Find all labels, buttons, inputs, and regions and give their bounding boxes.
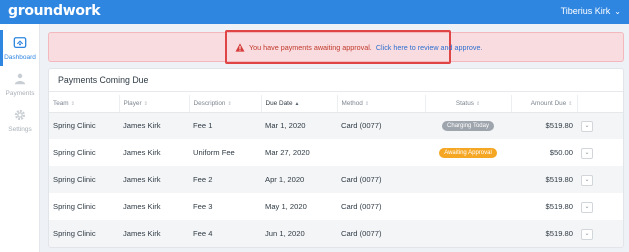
- cell-team: Spring Clinic: [49, 112, 119, 139]
- cell-actions: ⌄: [577, 166, 623, 193]
- expand-row-button[interactable]: ⌄: [581, 120, 593, 132]
- status-badge: Charging Today: [442, 121, 494, 132]
- table-row: Spring Clinic James Kirk Fee 4 Jun 1, 20…: [49, 220, 623, 247]
- sort-icon: ⇕: [568, 100, 573, 107]
- cell-team: Spring Clinic: [49, 166, 119, 193]
- approval-alert: You have payments awaiting approval. Cli…: [48, 30, 624, 64]
- sidebar-item-settings[interactable]: Settings: [0, 108, 40, 133]
- cell-amount: $519.80: [511, 166, 577, 193]
- payments-card: Payments Coming Due Team ⇕ Player ⇕ Descri…: [48, 68, 624, 248]
- cell-status: [425, 166, 511, 193]
- chevron-down-icon: ⌄: [614, 6, 621, 16]
- cell-actions: ⌄: [577, 112, 623, 139]
- table-row: Spring Clinic James Kirk Fee 3 May 1, 20…: [49, 193, 623, 220]
- top-bar: groundwork Tiberius Kirk ⌄: [0, 0, 629, 24]
- cell-team: Spring Clinic: [49, 220, 119, 247]
- cell-actions: ⌄: [577, 193, 623, 220]
- sidebar-item-label: Settings: [8, 126, 32, 133]
- app-logo[interactable]: groundwork: [8, 3, 101, 19]
- expand-row-button[interactable]: ⌄: [581, 228, 593, 240]
- cell-due-date: May 1, 2020: [265, 202, 307, 211]
- user-name: Tiberius Kirk: [560, 6, 611, 16]
- sidebar-item-dashboard[interactable]: Dashboard: [0, 30, 40, 66]
- sort-icon: ⇕: [475, 100, 481, 107]
- sidebar-item-label: Dashboard: [4, 54, 36, 61]
- sidebar: Dashboard Payments Settings: [0, 24, 40, 252]
- cell-description: Fee 1: [189, 112, 261, 139]
- payments-table: Team ⇕ Player ⇕ Description ⇕ Due Date ▲ Met…: [49, 95, 623, 247]
- sidebar-item-payments[interactable]: Payments: [0, 72, 40, 97]
- review-approve-link[interactable]: Click here to review and approve.: [376, 43, 483, 52]
- cell-amount: $519.80: [511, 112, 577, 139]
- column-header-amount-due[interactable]: Amount Due ⇕: [511, 95, 578, 113]
- cell-team: Spring Clinic: [53, 202, 96, 211]
- sort-icon: ⇕: [364, 100, 370, 107]
- cell-actions: ⌄: [577, 139, 623, 166]
- cell-due-date: Apr 1, 2020: [261, 166, 337, 193]
- cell-method: [337, 139, 425, 166]
- cell-player: James Kirk: [119, 220, 189, 247]
- main-content: You have payments awaiting approval. Cli…: [44, 24, 629, 252]
- cell-method: Card (0077): [337, 166, 425, 193]
- column-header-description[interactable]: Description ⇕: [189, 95, 262, 113]
- table-row: Spring Clinic James Kirk Fee 1 Mar 1, 20…: [49, 112, 623, 139]
- table-header-row: Team ⇕ Player ⇕ Description ⇕ Due Date ▲ Met…: [49, 95, 623, 113]
- cell-team: Spring Clinic: [53, 148, 96, 157]
- cell-player: James Kirk: [123, 148, 161, 157]
- column-header-due-date[interactable]: Due Date ▲: [261, 95, 338, 113]
- expand-row-button[interactable]: ⌄: [581, 147, 593, 159]
- cell-description: Fee 4: [189, 220, 261, 247]
- cell-method: Card (0077): [337, 112, 425, 139]
- column-header-team[interactable]: Team ⇕: [49, 95, 120, 113]
- sort-icon: ⇕: [70, 100, 75, 107]
- sort-icon: ⇕: [143, 100, 148, 107]
- cell-description: Fee 2: [189, 166, 261, 193]
- cell-status: Awaiting Approval: [425, 139, 511, 166]
- alert-message: You have payments awaiting approval.: [249, 43, 372, 52]
- cell-due-date: Jun 1, 2020: [261, 220, 337, 247]
- column-header-player[interactable]: Player ⇕: [119, 95, 190, 113]
- table-row: Spring Clinic James Kirk Uniform Fee Mar…: [49, 139, 623, 166]
- cell-due-date: Mar 1, 2020: [261, 112, 337, 139]
- cell-status: Charging Today: [425, 112, 511, 139]
- cell-status: [425, 193, 511, 220]
- cell-amount: $519.80: [511, 220, 577, 247]
- payments-icon: [14, 73, 26, 85]
- divider: [49, 91, 623, 92]
- expand-row-button[interactable]: ⌄: [581, 201, 593, 213]
- cell-player: James Kirk: [119, 166, 189, 193]
- table-row: Spring Clinic James Kirk Fee 2 Apr 1, 20…: [49, 166, 623, 193]
- column-header-actions: [577, 95, 623, 113]
- cell-due-date: Mar 27, 2020: [265, 148, 310, 157]
- cell-description: Fee 3: [193, 202, 213, 211]
- warning-icon: [235, 43, 245, 52]
- card-title: Payments Coming Due: [58, 75, 149, 85]
- cell-actions: ⌄: [577, 220, 623, 247]
- cell-player: James Kirk: [123, 202, 161, 211]
- column-header-status[interactable]: Status ⇕: [425, 95, 512, 113]
- cell-amount: $519.80: [545, 202, 573, 211]
- sort-icon: ⇕: [227, 100, 232, 107]
- cell-method: Card (0077): [337, 220, 425, 247]
- gear-icon: [14, 109, 26, 121]
- cell-method: Card (0077): [341, 202, 382, 211]
- column-header-method[interactable]: Method ⇕: [337, 95, 426, 113]
- alert-text: You have payments awaiting approval. Cli…: [235, 43, 482, 52]
- cell-status: [425, 220, 511, 247]
- expand-row-button[interactable]: ⌄: [581, 174, 593, 186]
- status-badge: Awaiting Approval: [439, 148, 497, 158]
- sort-ascending-icon: ▲: [294, 100, 300, 107]
- cell-description: Uniform Fee: [193, 148, 235, 157]
- cell-amount: $50.00: [549, 148, 573, 157]
- cell-player: James Kirk: [119, 112, 189, 139]
- sidebar-item-label: Payments: [5, 90, 35, 97]
- user-menu[interactable]: Tiberius Kirk ⌄: [561, 6, 621, 16]
- dashboard-icon: [13, 37, 27, 49]
